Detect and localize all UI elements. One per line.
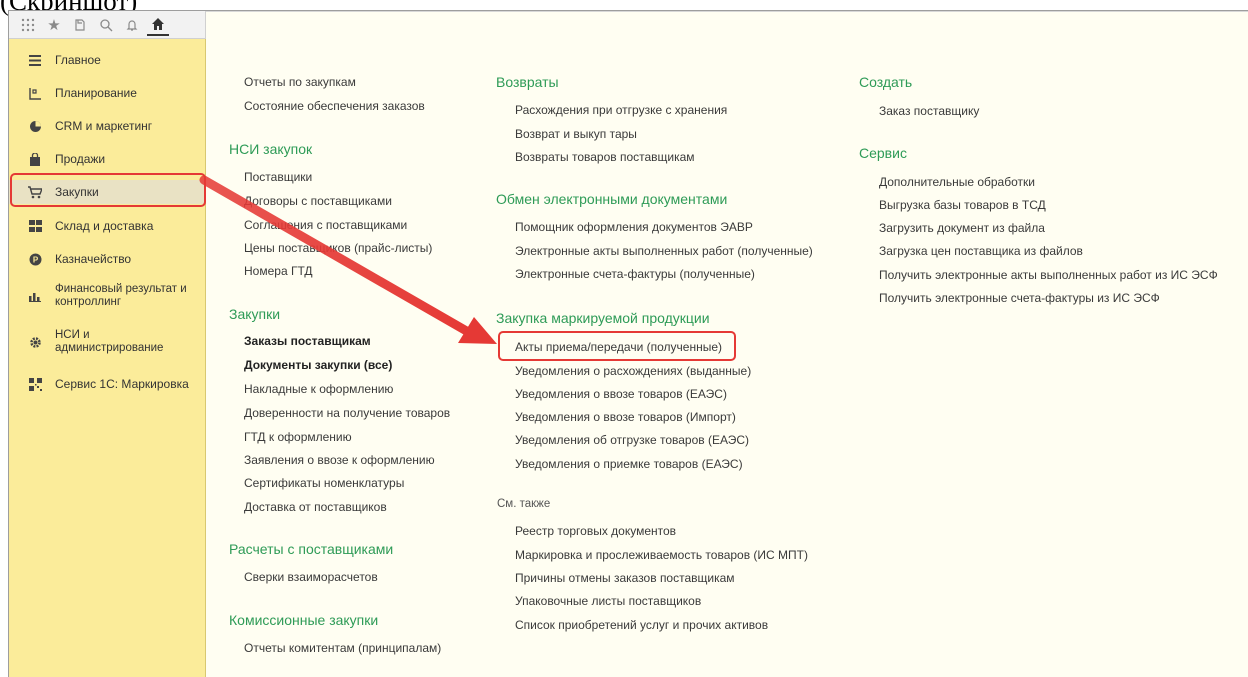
sidebar-item-label: CRM и маркетинг — [55, 119, 153, 133]
link-nomenclature-certificates[interactable]: Сертификаты номенклатуры — [244, 476, 404, 490]
sidebar-item-label: Закупки — [55, 185, 99, 199]
planning-icon — [25, 87, 45, 100]
sidebar-item-label: Планирование — [55, 86, 137, 100]
link-load-document-file[interactable]: Загрузить документ из файла — [879, 221, 1045, 235]
link-load-supplier-prices[interactable]: Загрузка цен поставщика из файлов — [879, 244, 1083, 258]
link-supplier-prices[interactable]: Цены поставщиков (прайс-листы) — [244, 241, 432, 255]
toolbar-divider — [206, 11, 1248, 12]
link-get-e-acts-esf[interactable]: Получить электронные акты выполненных ра… — [879, 268, 1218, 282]
link-storage-discrepancies[interactable]: Расхождения при отгрузке с хранения — [515, 103, 727, 117]
sidebar-item-warehouse[interactable]: Склад и доставка — [9, 215, 205, 237]
home-icon[interactable] — [147, 14, 169, 36]
sidebar-item-label: Сервис 1С: Маркировка — [55, 377, 189, 391]
section-title-create: Создать — [859, 74, 913, 90]
link-supplier-agreements[interactable]: Соглашения с поставщиками — [244, 218, 407, 232]
sidebar: Главное Планирование CRM и маркетинг Про… — [9, 39, 206, 677]
link-tare-return[interactable]: Возврат и выкуп тары — [515, 127, 637, 141]
shopping-bag-icon — [25, 152, 45, 166]
sidebar-item-finance[interactable]: Финансовый результат и контроллинг — [9, 279, 205, 313]
link-e-invoices-received[interactable]: Электронные счета-фактуры (полученные) — [515, 267, 755, 281]
sidebar-item-main[interactable]: Главное — [9, 49, 205, 71]
gear-icon — [25, 336, 45, 349]
link-get-e-invoices-esf[interactable]: Получить электронные счета-фактуры из ИС… — [879, 291, 1160, 305]
link-services-assets-list[interactable]: Список приобретений услуг и прочих актив… — [515, 618, 768, 632]
menu-lines-icon — [25, 54, 45, 66]
crm-pie-icon — [25, 120, 45, 133]
link-suppliers[interactable]: Поставщики — [244, 170, 312, 184]
sidebar-item-label: Продажи — [55, 152, 106, 166]
link-is-mpt[interactable]: Маркировка и прослеживаемость товаров (И… — [515, 548, 808, 562]
section-title-nsi: НСИ закупок — [229, 141, 313, 157]
section-title-marked: Закупка маркируемой продукции — [496, 310, 710, 326]
link-commission-reports[interactable]: Отчеты комитентам (принципалам) — [244, 641, 441, 655]
link-supplier-contracts[interactable]: Договоры с поставщиками — [244, 194, 392, 208]
sidebar-item-crm[interactable]: CRM и маркетинг — [9, 115, 205, 137]
section-title-returns: Возвраты — [496, 74, 559, 90]
sidebar-item-label: Казначейство — [55, 252, 132, 266]
link-order-supply-status[interactable]: Состояние обеспечения заказов — [244, 99, 425, 113]
link-powers-of-attorney[interactable]: Доверенности на получение товаров — [244, 406, 450, 420]
link-supplier-returns[interactable]: Возвраты товаров поставщикам — [515, 150, 695, 164]
history-icon[interactable] — [69, 14, 91, 36]
app-window: ★ Главное Планирование CRM и маркетинг П… — [8, 10, 1248, 677]
sidebar-item-treasury[interactable]: P Казначейство — [9, 248, 205, 270]
link-discrepancy-notices[interactable]: Уведомления о расхождениях (выданные) — [515, 364, 751, 378]
link-reconciliations[interactable]: Сверки взаиморасчетов — [244, 570, 378, 584]
link-transfer-acts[interactable]: Акты приема/передачи (полученные) — [515, 340, 722, 354]
link-additional-processing[interactable]: Дополнительные обработки — [879, 175, 1035, 189]
link-supplier-orders[interactable]: Заказы поставщикам — [244, 334, 371, 348]
link-create-supplier-order[interactable]: Заказ поставщику — [879, 104, 979, 118]
section-title-settlements: Расчеты с поставщиками — [229, 541, 394, 557]
sidebar-item-label: Главное — [55, 53, 101, 67]
link-shipment-notices-eaeu[interactable]: Уведомления об отгрузке товаров (ЕАЭС) — [515, 433, 749, 447]
bell-icon[interactable] — [121, 14, 143, 36]
section-title-commission: Комиссионные закупки — [229, 612, 379, 628]
link-supplier-delivery[interactable]: Доставка от поставщиков — [244, 500, 387, 514]
see-also-title: См. также — [497, 498, 551, 510]
search-icon[interactable] — [95, 14, 117, 36]
sidebar-item-purchases[interactable]: Закупки — [9, 180, 205, 204]
section-title-service: Сервис — [859, 145, 907, 161]
link-gtd-to-process[interactable]: ГТД к оформлению — [244, 430, 352, 444]
sidebar-item-nsi[interactable]: НСИ и администрирование — [9, 325, 205, 359]
link-invoices-to-process[interactable]: Накладные к оформлению — [244, 382, 393, 396]
link-import-statements[interactable]: Заявления о ввозе к оформлению — [244, 453, 435, 467]
sidebar-item-label: Финансовый результат и контроллинг — [55, 283, 187, 308]
link-packing-lists[interactable]: Упаковочные листы поставщиков — [515, 594, 701, 608]
apps-grid-icon[interactable] — [17, 14, 39, 36]
link-import-notices-import[interactable]: Уведомления о ввозе товаров (Импорт) — [515, 410, 736, 424]
svg-text:P: P — [32, 255, 38, 264]
link-purchase-reports[interactable]: Отчеты по закупкам — [244, 75, 356, 89]
sidebar-item-label: НСИ и администрирование — [55, 329, 164, 354]
section-title-edo: Обмен электронными документами — [496, 191, 728, 207]
sidebar-item-sales[interactable]: Продажи — [9, 148, 205, 170]
link-trade-documents-registry[interactable]: Реестр торговых документов — [515, 524, 676, 538]
sidebar-item-planning[interactable]: Планирование — [9, 82, 205, 104]
link-e-acts-received[interactable]: Электронные акты выполненных работ (полу… — [515, 244, 813, 258]
cart-icon — [25, 185, 45, 199]
qr-code-icon — [25, 377, 45, 391]
link-order-cancel-reasons[interactable]: Причины отмены заказов поставщикам — [515, 571, 735, 585]
link-gtd-numbers[interactable]: Номера ГТД — [244, 264, 313, 278]
warehouse-icon — [25, 220, 45, 232]
link-tsd-export[interactable]: Выгрузка базы товаров в ТСД — [879, 198, 1046, 212]
link-purchase-documents[interactable]: Документы закупки (все) — [244, 358, 392, 372]
sidebar-item-label: Склад и доставка — [55, 219, 154, 233]
toolbar: ★ — [9, 11, 206, 39]
bar-chart-icon — [25, 291, 45, 302]
star-icon[interactable]: ★ — [43, 14, 65, 36]
coin-icon: P — [25, 253, 45, 266]
link-acceptance-notices-eaeu[interactable]: Уведомления о приемке товаров (ЕАЭС) — [515, 457, 743, 471]
sidebar-item-marking[interactable]: Сервис 1С: Маркировка — [9, 373, 205, 395]
link-import-notices-eaeu[interactable]: Уведомления о ввозе товаров (ЕАЭС) — [515, 387, 727, 401]
section-title-purchases: Закупки — [229, 306, 281, 322]
link-eavr-assistant[interactable]: Помощник оформления документов ЭАВР — [515, 220, 753, 234]
